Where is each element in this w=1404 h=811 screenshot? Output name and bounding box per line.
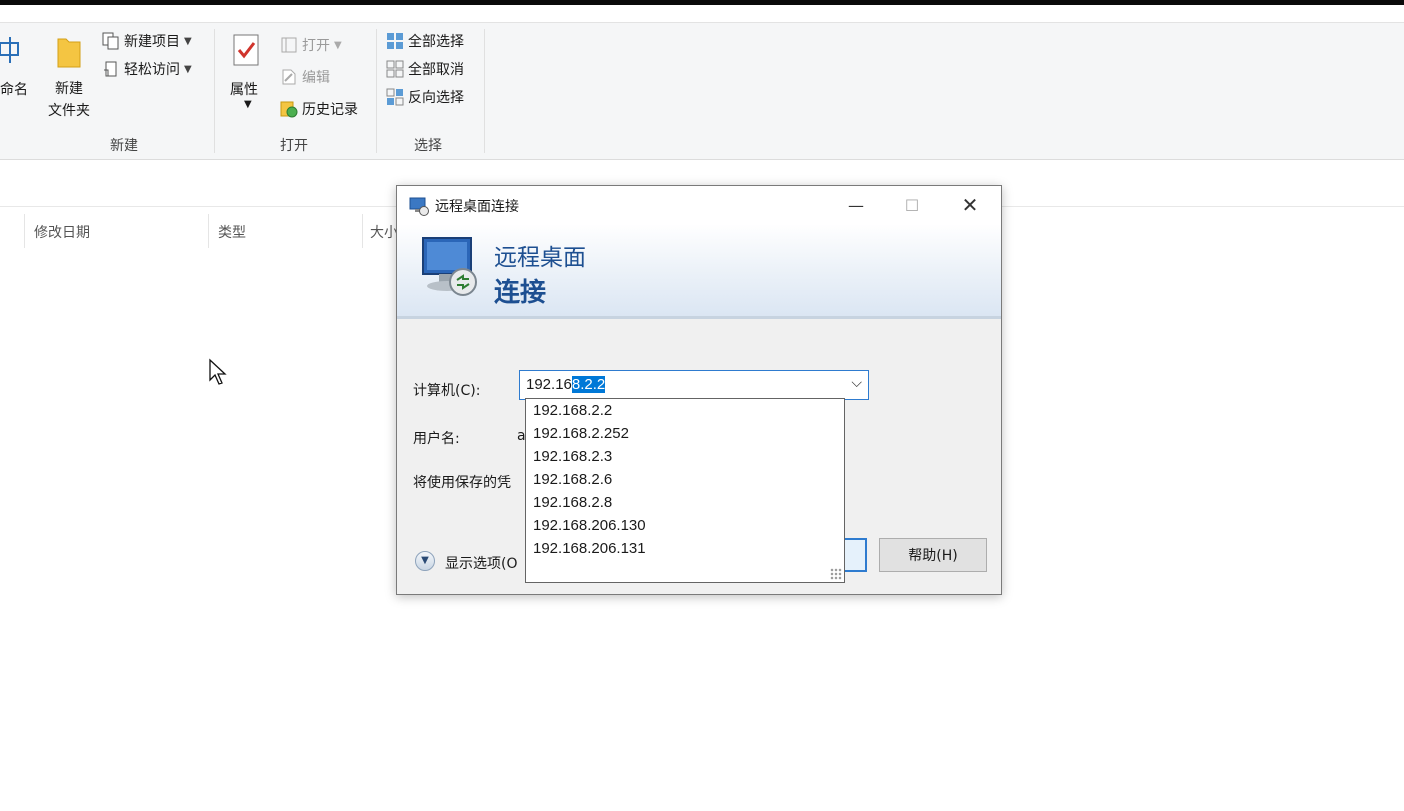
invert-selection-label: 反向选择 — [408, 90, 464, 106]
list-item[interactable]: 192.168.2.3 — [526, 445, 844, 468]
new-item-icon — [102, 32, 120, 50]
saved-credentials-text: 将使用保存的凭 — [413, 475, 511, 491]
username-label: 用户名: — [413, 431, 460, 447]
computer-value-unselected: 192.16 — [526, 376, 572, 393]
group-label-new: 新建 — [110, 138, 138, 154]
properties-icon — [232, 33, 260, 69]
edit-label: 编辑 — [302, 70, 330, 86]
list-item[interactable]: 192.168.206.130 — [526, 514, 844, 537]
select-none-label: 全部取消 — [408, 62, 464, 78]
close-icon: ✕ — [961, 193, 979, 217]
folder-icon — [56, 35, 82, 69]
new-item-label: 新建项目 — [124, 34, 180, 50]
invert-selection-button[interactable]: 反向选择 — [386, 87, 464, 107]
mouse-cursor-icon — [208, 358, 228, 390]
chevron-down-icon: ▼ — [184, 35, 192, 47]
chevron-down-icon[interactable]: ⌵ — [851, 375, 862, 391]
column-header-size[interactable]: 大小 — [370, 222, 398, 242]
open-button[interactable]: 打开 ▼ — [280, 35, 342, 55]
easy-access-button[interactable]: 轻松访问 ▼ — [102, 59, 192, 79]
show-options-link[interactable]: 显示选项(O — [445, 553, 517, 573]
select-none-icon — [386, 60, 404, 78]
group-label-open: 打开 — [280, 138, 308, 154]
edit-icon — [280, 68, 298, 86]
column-header-type[interactable]: 类型 — [218, 222, 246, 242]
easy-access-label: 轻松访问 — [124, 62, 180, 78]
computer-label: 计算机(C): — [413, 383, 481, 399]
history-icon — [280, 100, 298, 118]
select-all-button[interactable]: 全部选择 — [386, 31, 464, 51]
banner-title-line2: 连接 — [494, 278, 547, 308]
group-separator — [376, 29, 377, 153]
group-separator — [484, 29, 485, 153]
new-item-button[interactable]: 新建项目 ▼ — [102, 31, 192, 51]
properties-label: 属性 — [230, 82, 258, 98]
column-separator — [208, 214, 209, 248]
computer-history-dropdown[interactable]: 192.168.2.2 192.168.2.252 192.168.2.3 19… — [525, 398, 845, 583]
group-separator — [214, 29, 215, 153]
dialog-title: 远程桌面连接 — [435, 199, 519, 215]
rename-label: 命名 — [0, 82, 28, 98]
list-item[interactable]: 192.168.2.6 — [526, 468, 844, 491]
properties-button[interactable]: 属性 — [230, 79, 258, 99]
list-item[interactable]: 192.168.2.2 — [526, 399, 844, 422]
computer-input-text[interactable]: 192.168.2.2 — [526, 376, 606, 393]
column-separator — [24, 214, 25, 248]
invert-selection-icon — [386, 88, 404, 106]
open-icon — [280, 36, 298, 54]
history-button[interactable]: 历史记录 — [280, 99, 358, 119]
list-item[interactable]: 192.168.2.8 — [526, 491, 844, 514]
open-label: 打开 — [302, 38, 330, 54]
select-all-label: 全部选择 — [408, 34, 464, 50]
rename-icon — [0, 35, 30, 65]
edit-button[interactable]: 编辑 — [280, 67, 330, 87]
select-none-button[interactable]: 全部取消 — [386, 59, 464, 79]
history-label: 历史记录 — [302, 102, 358, 118]
chevron-down-icon: ▼ — [334, 39, 342, 51]
banner-title-line1: 远程桌面 — [494, 245, 586, 271]
new-folder-label: 新建 文件夹 — [48, 81, 90, 119]
top-edge — [0, 0, 1404, 5]
easy-access-icon — [102, 60, 120, 78]
dialog-banner: 远程桌面 连接 — [397, 224, 1001, 319]
list-item[interactable]: 192.168.2.252 — [526, 422, 844, 445]
help-button-label: 帮助(H) — [908, 548, 958, 564]
computer-combobox[interactable]: 192.168.2.2 ⌵ — [519, 370, 869, 400]
group-label-select: 选择 — [414, 138, 442, 154]
maximize-icon: ☐ — [904, 195, 920, 215]
new-folder-button[interactable]: 新建 文件夹 — [48, 78, 90, 122]
column-separator — [362, 214, 363, 248]
close-button[interactable]: ✕ — [947, 186, 993, 224]
remote-desktop-app-icon — [409, 196, 429, 220]
dialog-titlebar[interactable]: 远程桌面连接 — ☐ ✕ — [397, 186, 1001, 224]
column-header-modified[interactable]: 修改日期 — [34, 222, 90, 242]
help-button[interactable]: 帮助(H) — [879, 538, 987, 572]
minimize-button[interactable]: — — [833, 186, 879, 224]
rename-button[interactable]: 命名 — [0, 79, 28, 99]
explorer-ribbon: 命名 新建 文件夹 新建项目 ▼ 轻松访问 ▼ 新建 属性 ▼ 打开 ▼ 编辑 … — [0, 22, 1404, 160]
expand-options-icon[interactable]: ▼ — [415, 551, 435, 571]
maximize-button[interactable]: ☐ — [889, 186, 935, 224]
remote-desktop-dialog: 远程桌面连接 — ☐ ✕ 远程桌面 连接 计算机(C): 192.168.2.2… — [396, 185, 1002, 595]
list-item[interactable]: 192.168.206.131 — [526, 537, 844, 560]
chevron-down-icon: ▼ — [244, 99, 252, 110]
select-all-icon — [386, 32, 404, 50]
chevron-down-icon: ▼ — [184, 63, 192, 75]
computer-value-selected: 8.2.2 — [571, 376, 606, 393]
monitor-icon — [417, 234, 483, 310]
resize-grip-icon[interactable] — [830, 568, 842, 580]
minimize-icon: — — [848, 195, 864, 215]
